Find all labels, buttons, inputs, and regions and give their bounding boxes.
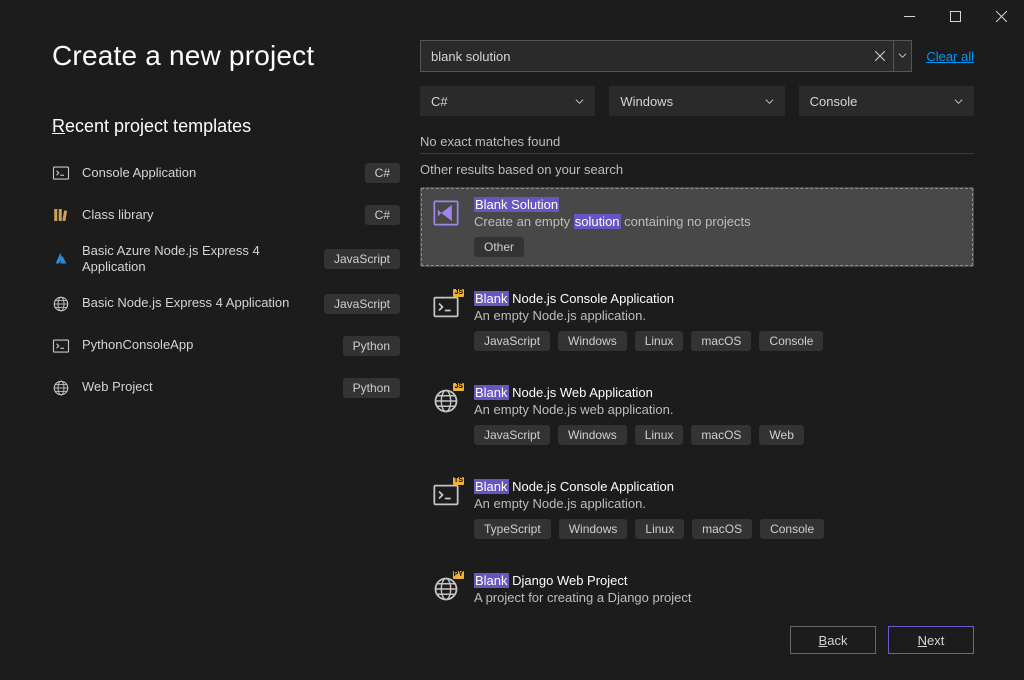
result-description: An empty Node.js application. (474, 496, 962, 511)
result-title: Blank Node.js Console Application (474, 479, 962, 494)
chevron-down-icon (954, 94, 963, 109)
result-tag: Linux (635, 425, 684, 445)
search-input[interactable] (421, 41, 867, 71)
web-icon: PY (432, 575, 460, 603)
recent-template-label: Class library (82, 207, 353, 223)
language-badge: TS (453, 477, 464, 485)
recent-template-label: Basic Azure Node.js Express 4 Applicatio… (82, 243, 312, 276)
close-button[interactable] (978, 0, 1024, 32)
recent-template-item[interactable]: Basic Azure Node.js Express 4 Applicatio… (52, 243, 400, 276)
language-chip: JavaScript (324, 249, 400, 269)
back-button[interactable]: Back (790, 626, 876, 654)
result-tag: macOS (691, 331, 751, 351)
language-chip: C# (365, 163, 400, 183)
result-tag: Console (759, 331, 823, 351)
library-icon (52, 206, 70, 224)
chevron-down-icon (575, 94, 584, 109)
template-result-item[interactable]: PY Blank Django Web Project A project for … (420, 563, 974, 615)
filter-dropdown[interactable]: C# (420, 86, 595, 116)
filter-label: Console (810, 94, 858, 109)
result-title: Blank Solution (474, 197, 962, 212)
result-title: Blank Django Web Project (474, 573, 962, 588)
result-title: Blank Node.js Console Application (474, 291, 962, 306)
recent-template-item[interactable]: Class library C# (52, 201, 400, 229)
clear-search-icon[interactable] (867, 41, 893, 71)
filter-dropdown[interactable]: Console (799, 86, 974, 116)
result-tag: Web (759, 425, 803, 445)
result-tag: Windows (559, 519, 628, 539)
result-description: Create an empty solution containing no p… (474, 214, 962, 229)
template-result-item[interactable]: Blank Solution Create an empty solution c… (420, 187, 974, 267)
result-description: A project for creating a Django project (474, 590, 962, 605)
console-icon (52, 164, 70, 182)
result-title: Blank Node.js Web Application (474, 385, 962, 400)
language-chip: C# (365, 205, 400, 225)
language-badge: JS (453, 383, 464, 391)
chevron-down-icon (765, 94, 774, 109)
result-tag: JavaScript (474, 331, 550, 351)
recent-template-label: Basic Node.js Express 4 Application (82, 295, 312, 311)
maximize-button[interactable] (932, 0, 978, 32)
result-tag: TypeScript (474, 519, 551, 539)
result-tag: Windows (558, 425, 627, 445)
recent-template-item[interactable]: Console Application C# (52, 159, 400, 187)
result-tag: Windows (558, 331, 627, 351)
language-badge: PY (453, 571, 464, 579)
result-tag: macOS (691, 425, 751, 445)
search-box[interactable] (420, 40, 912, 72)
console-icon (52, 337, 70, 355)
web-icon: JS (432, 387, 460, 415)
next-button[interactable]: Next (888, 626, 974, 654)
search-dropdown-button[interactable] (893, 41, 911, 71)
divider (420, 153, 974, 154)
template-result-item[interactable]: JS Blank Node.js Web Application An empty … (420, 375, 974, 455)
result-tag: JavaScript (474, 425, 550, 445)
minimize-button[interactable] (886, 0, 932, 32)
filter-label: C# (431, 94, 448, 109)
result-description: An empty Node.js application. (474, 308, 962, 323)
filter-label: Windows (620, 94, 673, 109)
clear-all-link[interactable]: Clear all (926, 49, 974, 64)
recent-template-label: PythonConsoleApp (82, 337, 331, 353)
result-tag: Linux (635, 519, 684, 539)
language-chip: Python (343, 378, 400, 398)
azure-icon (52, 250, 70, 268)
recent-template-item[interactable]: PythonConsoleApp Python (52, 332, 400, 360)
result-tag: Other (474, 237, 524, 257)
web-icon (52, 295, 70, 313)
language-chip: Python (343, 336, 400, 356)
result-tag: Linux (635, 331, 684, 351)
no-exact-matches-label: No exact matches found (420, 134, 974, 149)
console-icon: JS (432, 293, 460, 321)
web-icon (52, 379, 70, 397)
other-results-label: Other results based on your search (420, 162, 974, 177)
recent-template-label: Console Application (82, 165, 353, 181)
language-badge: JS (453, 289, 464, 297)
recent-template-item[interactable]: Basic Node.js Express 4 Application JavaS… (52, 290, 400, 318)
page-title: Create a new project (52, 40, 400, 72)
language-chip: JavaScript (324, 294, 400, 314)
vs-solution-icon (432, 199, 460, 227)
filter-dropdown[interactable]: Windows (609, 86, 784, 116)
template-result-item[interactable]: TS Blank Node.js Console Application An em… (420, 469, 974, 549)
result-description: An empty Node.js web application. (474, 402, 962, 417)
result-tag: macOS (692, 519, 752, 539)
result-tag: Console (760, 519, 824, 539)
template-result-item[interactable]: JS Blank Node.js Console Application An em… (420, 281, 974, 361)
console-icon: TS (432, 481, 460, 509)
recent-template-item[interactable]: Web Project Python (52, 374, 400, 402)
recent-template-label: Web Project (82, 379, 331, 395)
recent-templates-header: Recent project templates (52, 116, 400, 137)
